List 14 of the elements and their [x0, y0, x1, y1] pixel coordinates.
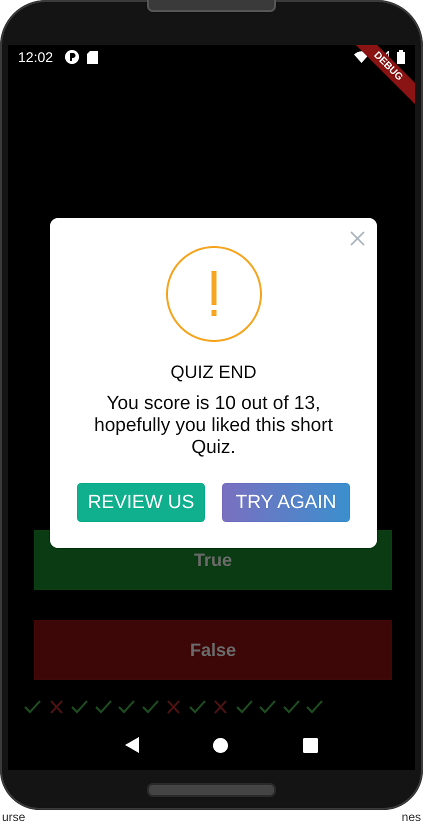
home-icon[interactable] [213, 738, 228, 752]
background-text: urse [2, 810, 26, 824]
exclamation-icon [166, 246, 262, 342]
back-icon[interactable] [125, 737, 140, 753]
answer-button[interactable]: False [34, 620, 392, 680]
background-text: nes [402, 810, 421, 824]
status-time: 12:02 [18, 49, 54, 65]
circle-icon [65, 50, 80, 64]
dialog-button[interactable]: TRY AGAIN [222, 483, 350, 522]
dialog-message: You score is 10 out of 13, hopefully you liked this short Quiz. [93, 393, 334, 459]
dialog-title: QUIZ END [170, 362, 256, 383]
sd-card-icon [87, 50, 98, 64]
recents-icon[interactable] [302, 738, 318, 752]
dialog-button[interactable]: REVIEW US [77, 483, 205, 522]
